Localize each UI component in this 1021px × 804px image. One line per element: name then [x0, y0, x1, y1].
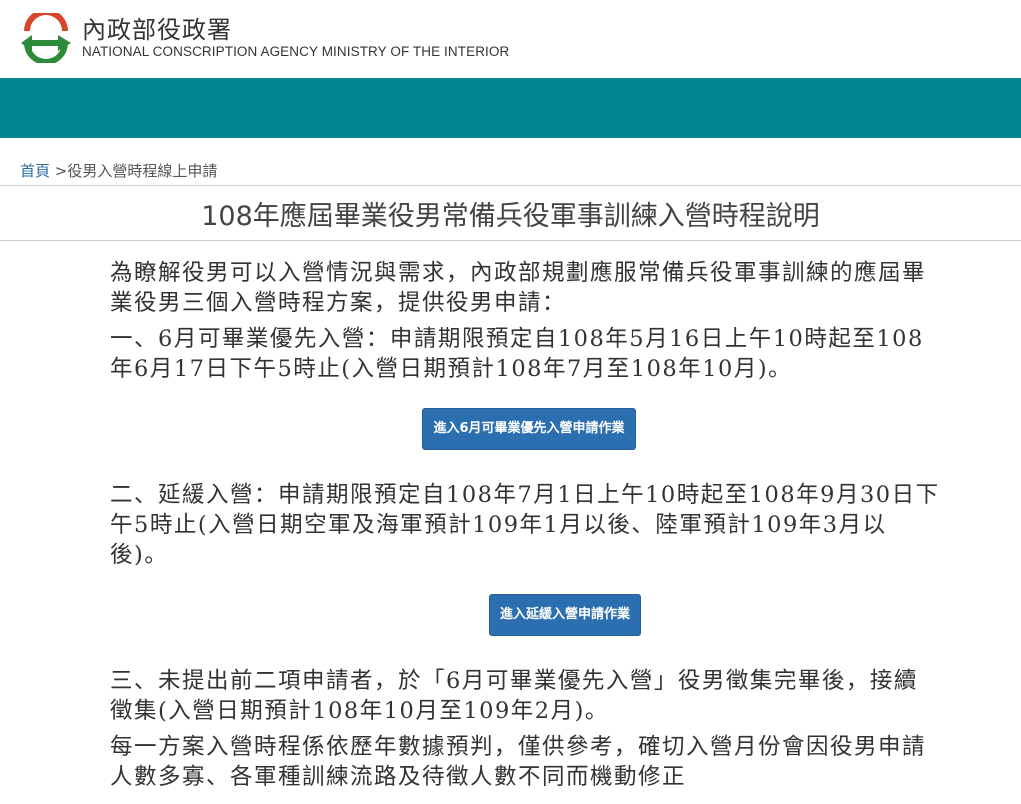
apply-june-graduate-button[interactable]: 進入6月可畢業優先入營申請作業 — [422, 408, 636, 450]
breadcrumb-current: 役男入營時程線上申請 — [67, 162, 218, 180]
agency-logo-icon[interactable] — [18, 13, 74, 63]
agency-name-en[interactable]: NATIONAL CONSCRIPTION AGENCY MINISTRY OF… — [82, 44, 509, 59]
breadcrumb: 首頁 >役男入營時程線上申請 — [20, 160, 217, 181]
divider — [0, 240, 1021, 241]
nav-bar — [0, 78, 1021, 138]
intro-paragraph: 為瞭解役男可以入營情況與需求，內政部規劃應服常備兵役軍事訓練的應屆畢業役男三個入… — [110, 260, 927, 316]
divider — [0, 185, 1021, 186]
button-row: 進入延緩入營申請作業 — [110, 594, 940, 636]
breadcrumb-separator: > — [54, 162, 68, 180]
option-3-paragraph: 三、未提出前二項申請者，於「6月可畢業優先入營」役男徵集完畢後，接續徵集(入營日… — [110, 668, 918, 724]
main-content: 為瞭解役男可以入營情況與需求，內政部規劃應服常備兵役軍事訓練的應屆畢業役男三個入… — [110, 258, 940, 798]
breadcrumb-home-link[interactable]: 首頁 — [20, 162, 50, 180]
option-1-paragraph: 一、6月可畢業優先入營：申請期限預定自108年5月16日上午10時起至108年6… — [110, 326, 924, 382]
agency-name-cn[interactable]: 內政部役政署 — [82, 10, 232, 45]
button-row: 進入6月可畢業優先入營申請作業 — [110, 408, 940, 450]
site-header: 內政部役政署 NATIONAL CONSCRIPTION AGENCY MINI… — [0, 0, 1021, 78]
note-paragraph: 每一方案入營時程係依歷年數據預判，僅供參考，確切入營月份會因役男申請人數多寡、各… — [110, 734, 927, 790]
option-2-paragraph: 二、延緩入營：申請期限預定自108年7月1日上午10時起至108年9月30日下午… — [110, 482, 940, 568]
apply-deferral-button[interactable]: 進入延緩入營申請作業 — [488, 594, 641, 636]
page-title: 108年應屆畢業役男常備兵役軍事訓練入營時程說明 — [201, 201, 820, 232]
